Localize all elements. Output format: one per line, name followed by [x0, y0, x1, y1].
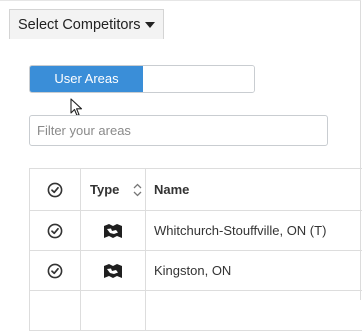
name-header-label: Name: [154, 182, 189, 197]
row-type-cell: [81, 211, 146, 251]
toggle-user-areas[interactable]: User Areas: [30, 66, 143, 92]
row-name-cell: [146, 291, 362, 331]
competitors-panel: Select Competitors User Areas: [0, 0, 361, 300]
row-name-cell: Kingston, ON: [146, 251, 362, 291]
type-column-header[interactable]: Type: [81, 169, 146, 211]
row-type-cell: [81, 251, 146, 291]
check-circle-icon[interactable]: [47, 182, 63, 198]
areas-toggle[interactable]: User Areas: [29, 65, 255, 93]
row-type-cell: [81, 291, 146, 331]
check-circle-icon[interactable]: [47, 223, 63, 239]
type-header-label: Type: [90, 182, 119, 197]
name-column-header[interactable]: Name: [146, 169, 362, 211]
caret-down-icon: [145, 22, 155, 28]
select-competitors-button[interactable]: Select Competitors: [9, 9, 164, 39]
row-select-cell[interactable]: [30, 251, 81, 291]
sort-icon[interactable]: [133, 183, 142, 197]
table-row[interactable]: Kingston, ON: [30, 251, 362, 291]
table-header-row: Type Name: [30, 169, 362, 211]
row-name-cell: Whitchurch-Stouffville, ON (T): [146, 211, 362, 251]
check-circle-icon[interactable]: [47, 263, 63, 279]
select-all-header[interactable]: [30, 169, 81, 211]
map-icon: [103, 262, 123, 280]
select-competitors-label: Select Competitors: [18, 10, 141, 40]
map-icon: [103, 222, 123, 240]
toggle-other[interactable]: [143, 66, 254, 92]
table-row[interactable]: [30, 291, 362, 331]
table-row[interactable]: Whitchurch-Stouffville, ON (T): [30, 211, 362, 251]
row-select-cell[interactable]: [30, 211, 81, 251]
row-select-cell[interactable]: [30, 291, 81, 331]
filter-areas-input[interactable]: [29, 115, 328, 146]
areas-table: Type Name: [29, 168, 362, 331]
